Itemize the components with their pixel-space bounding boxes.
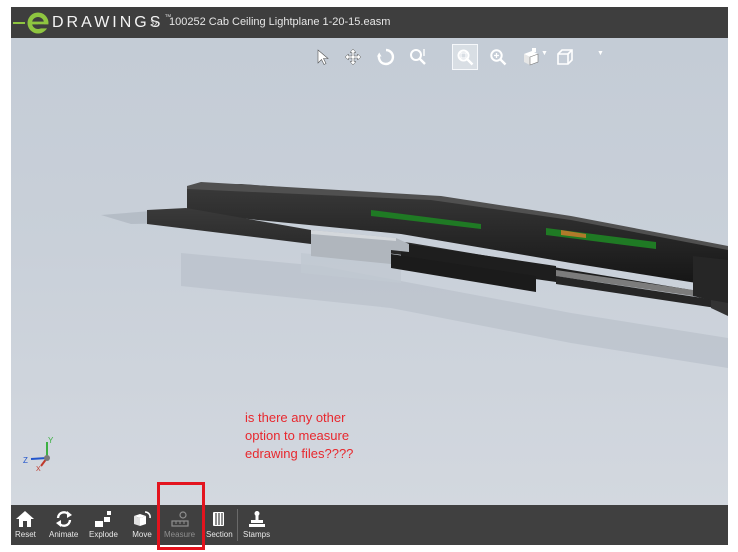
- pointer-icon: [317, 49, 329, 65]
- stamps-icon: [248, 511, 265, 527]
- zoom-to-fit-tool-button[interactable]: [485, 44, 511, 70]
- edrawings-logo: DRAWINGS ™: [11, 10, 171, 35]
- toolbar-divider: [237, 509, 238, 541]
- bottom-toolbar: Reset Animate Explode Move Measure Secti…: [11, 505, 728, 545]
- move-arrows-icon: [344, 48, 362, 66]
- standard-views-chevron-down-icon[interactable]: ▼: [541, 50, 548, 57]
- display-style-chevron-down-icon[interactable]: ▼: [597, 50, 604, 57]
- zoom-tool-button[interactable]: [405, 44, 431, 70]
- triad-x-label: X: [36, 466, 41, 472]
- logo-line: [13, 21, 25, 24]
- animate-label: Animate: [49, 530, 79, 539]
- cube-icon: [557, 49, 573, 65]
- annotation-line: edrawing files????: [245, 446, 354, 461]
- reset-label: Reset: [15, 530, 36, 539]
- view-orientation-icon: [524, 48, 539, 66]
- move-button[interactable]: Move: [132, 507, 152, 543]
- zoom-fit-icon: [490, 49, 507, 66]
- axis-triad: Y Z X: [23, 436, 54, 472]
- section-label: Section: [206, 530, 233, 539]
- section-button[interactable]: Section: [206, 507, 233, 543]
- zoom-area-icon: [457, 49, 474, 66]
- stamps-label: Stamps: [243, 530, 271, 539]
- section-icon: [213, 512, 225, 526]
- standard-views-button[interactable]: [518, 44, 544, 70]
- triad-y-label: Y: [48, 436, 54, 445]
- explode-icon: [95, 511, 112, 527]
- annotation-line: is there any other: [245, 410, 346, 425]
- explode-button[interactable]: Explode: [89, 507, 118, 543]
- file-name: 100252 Cab Ceiling Lightplane 1-20-15.ea…: [169, 16, 391, 28]
- home-icon: [16, 511, 35, 527]
- zoom-to-area-tool-button[interactable]: [452, 44, 478, 70]
- display-style-button[interactable]: [552, 44, 578, 70]
- animate-button[interactable]: Animate: [49, 507, 78, 543]
- select-tool-button[interactable]: [310, 44, 336, 70]
- edrawings-window: DRAWINGS ™ » 100252 Cab Ceiling Lightpla…: [11, 7, 728, 545]
- brand-name: DRAWINGS: [52, 13, 164, 31]
- rotate-tool-button[interactable]: [373, 44, 399, 70]
- breadcrumb-separator: »: [150, 14, 158, 30]
- move-label: Move: [132, 530, 152, 539]
- rotate-icon: [377, 48, 395, 66]
- move-icon: [134, 511, 151, 526]
- e-logo-icon: [27, 12, 50, 33]
- pan-tool-button[interactable]: [340, 44, 366, 70]
- triad-z-label: Z: [23, 456, 28, 465]
- measure-highlight-box: [157, 482, 205, 550]
- animate-icon: [55, 511, 72, 527]
- user-annotation: is there any other option to measure edr…: [245, 409, 425, 463]
- title-bar: DRAWINGS ™ » 100252 Cab Ceiling Lightpla…: [11, 7, 728, 38]
- stamps-button[interactable]: Stamps: [243, 507, 270, 543]
- reset-button[interactable]: Reset: [15, 507, 36, 543]
- annotation-line: option to measure: [245, 428, 350, 443]
- explode-label: Explode: [89, 530, 118, 539]
- zoom-icon: [410, 49, 426, 65]
